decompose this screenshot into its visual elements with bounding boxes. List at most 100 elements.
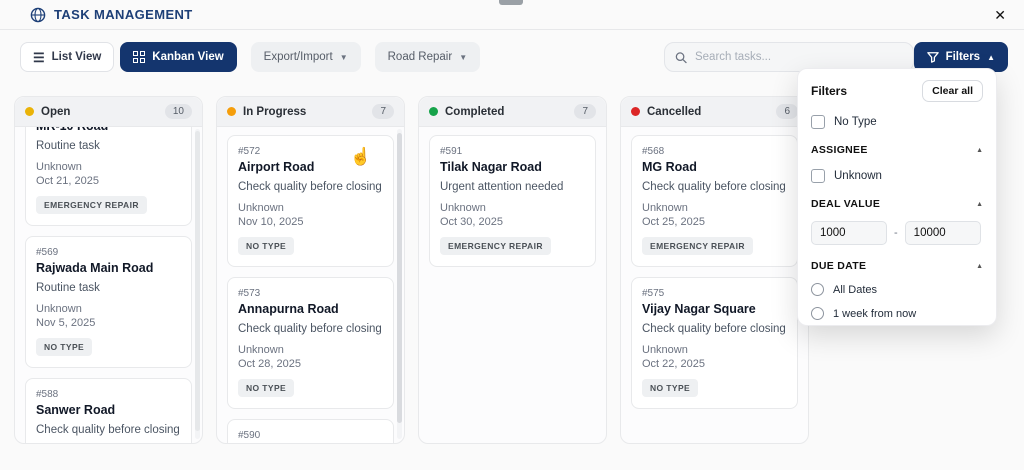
column-name: Completed	[445, 105, 505, 118]
filter-option-unknown[interactable]: Unknown	[811, 169, 983, 183]
column-count-badge: 7	[372, 104, 394, 119]
column-cancelled-header: Cancelled 6	[621, 97, 808, 127]
section-title: DEAL VALUE	[811, 198, 881, 210]
column-count-badge: 7	[574, 104, 596, 119]
task-card[interactable]: #575 Vijay Nagar Square Check quality be…	[631, 277, 798, 409]
filters-panel-title: Filters	[811, 84, 848, 98]
task-assignee: Unknown	[36, 161, 82, 173]
task-description: Check quality before closing	[642, 323, 786, 335]
task-due-date: Oct 28, 2025	[238, 358, 301, 370]
task-title: Vijay Nagar Square	[642, 302, 756, 316]
range-dash: -	[894, 227, 898, 239]
kanban-view-button[interactable]: Kanban View	[120, 42, 237, 72]
drag-handle	[499, 0, 523, 5]
collapse-caret-icon: ▲	[976, 146, 983, 154]
task-card[interactable]: #591 Tilak Nagar Road Urgent attention n…	[429, 135, 596, 267]
checkbox-icon[interactable]	[811, 115, 825, 129]
status-dot	[25, 107, 34, 116]
task-title: Rajwada Main Road	[36, 261, 154, 275]
column-scrollbar[interactable]	[397, 129, 402, 439]
export-import-label: Export/Import	[263, 51, 333, 63]
task-number: #572	[238, 146, 261, 157]
radio-icon[interactable]	[811, 283, 824, 296]
filters-button-label: Filters	[945, 51, 981, 63]
column-completed-header: Completed 7	[419, 97, 606, 127]
radio-label: All Dates	[833, 283, 878, 296]
task-type-badge: NO TYPE	[36, 338, 93, 356]
collapse-caret-icon: ▲	[976, 200, 983, 208]
status-dot	[227, 107, 236, 116]
column-cancelled-body: #568 MG Road Check quality before closin…	[621, 127, 808, 443]
kanban-view-label: Kanban View	[152, 51, 224, 63]
close-icon[interactable]: ✕	[990, 6, 1010, 24]
radio-icon[interactable]	[811, 307, 824, 320]
task-number: #573	[238, 288, 261, 299]
list-icon: ☰	[33, 49, 45, 65]
task-assignee: Unknown	[238, 344, 284, 356]
task-due-date: Oct 21, 2025	[36, 175, 99, 187]
task-description: Check quality before closing	[238, 323, 382, 335]
task-due-date: Nov 5, 2025	[36, 317, 96, 329]
list-view-button[interactable]: ☰ List View	[20, 42, 115, 72]
task-type-badge: NO TYPE	[642, 379, 699, 397]
task-card[interactable]: #573 Annapurna Road Check quality before…	[227, 277, 394, 409]
task-description: Check quality before closing	[36, 424, 180, 436]
app-title: TASK MANAGEMENT	[30, 7, 193, 23]
deal-value-min-input[interactable]	[811, 221, 887, 245]
section-due-date[interactable]: DUE DATE ▲	[811, 260, 983, 272]
export-import-dropdown[interactable]: Export/Import ▼	[250, 42, 361, 72]
section-deal-value[interactable]: DEAL VALUE ▲	[811, 198, 983, 210]
column-completed-body: #591 Tilak Nagar Road Urgent attention n…	[419, 127, 606, 443]
column-cancelled: Cancelled 6 #568 MG Road Check quality b…	[620, 96, 809, 444]
column-name: Open	[41, 105, 71, 118]
task-type-badge: EMERGENCY REPAIR	[36, 196, 147, 214]
radio-1-week[interactable]: 1 week from now	[811, 307, 983, 320]
column-in-progress: In Progress 7 #572 Airport Road Check qu…	[216, 96, 405, 444]
column-name: In Progress	[243, 105, 307, 118]
task-assignee: Unknown	[238, 202, 284, 214]
task-title: Annapurna Road	[238, 302, 339, 316]
status-dot	[429, 107, 438, 116]
filter-option-label: No Type	[834, 116, 877, 128]
clear-all-button[interactable]: Clear all	[922, 80, 983, 102]
task-title: MR-10 Road	[36, 127, 181, 133]
deal-value-max-input[interactable]	[904, 221, 981, 245]
task-title: Tilak Nagar Road	[440, 160, 542, 174]
column-completed: Completed 7 #591 Tilak Nagar Road Urgent…	[418, 96, 607, 444]
section-assignee[interactable]: ASSIGNEE ▲	[811, 144, 983, 156]
filter-option-no-type[interactable]: No Type	[811, 115, 983, 129]
app-logo-icon	[30, 7, 46, 22]
task-card[interactable]: #588 Sanwer Road Check quality before cl…	[25, 378, 192, 443]
column-scrollbar[interactable]	[195, 129, 200, 439]
task-number: #588	[36, 389, 59, 400]
task-assignee: Unknown	[642, 344, 688, 356]
checkbox-icon[interactable]	[811, 169, 825, 183]
task-assignee: Unknown	[36, 303, 82, 315]
chevron-down-icon: ▼	[459, 52, 468, 62]
task-due-date: Nov 10, 2025	[238, 216, 304, 228]
project-dropdown[interactable]: Road Repair ▼	[374, 42, 481, 72]
chevron-down-icon: ▼	[339, 52, 348, 62]
task-number: #575	[642, 288, 665, 299]
task-card[interactable]: #572 Airport Road Check quality before c…	[227, 135, 394, 267]
task-card[interactable]: #568 MG Road Check quality before closin…	[631, 135, 798, 267]
task-assignee: Unknown	[440, 202, 486, 214]
task-card[interactable]: #590 Chhatripura Road Urgent attention n…	[227, 419, 394, 443]
search-input[interactable]	[694, 51, 903, 63]
section-title: DUE DATE	[811, 260, 867, 272]
column-open: Open 10 MR-10 Road Routine task Unknown …	[14, 96, 203, 444]
column-open-body: MR-10 Road Routine task Unknown Oct 21, …	[15, 127, 202, 443]
task-type-badge: NO TYPE	[238, 237, 295, 255]
task-due-date: Oct 30, 2025	[440, 216, 503, 228]
column-count-badge: 6	[776, 104, 798, 119]
column-in-progress-body: #572 Airport Road Check quality before c…	[217, 127, 404, 443]
task-card[interactable]: MR-10 Road Routine task Unknown Oct 21, …	[25, 127, 192, 226]
column-name: Cancelled	[647, 105, 702, 118]
task-assignee: Unknown	[642, 202, 688, 214]
task-due-date: Oct 22, 2025	[642, 358, 705, 370]
column-open-header: Open 10	[15, 97, 202, 127]
task-card[interactable]: #569 Rajwada Main Road Routine task Unkn…	[25, 236, 192, 368]
collapse-caret-icon: ▲	[976, 262, 983, 270]
radio-all-dates[interactable]: All Dates	[811, 283, 983, 296]
task-title: MG Road	[642, 160, 697, 174]
